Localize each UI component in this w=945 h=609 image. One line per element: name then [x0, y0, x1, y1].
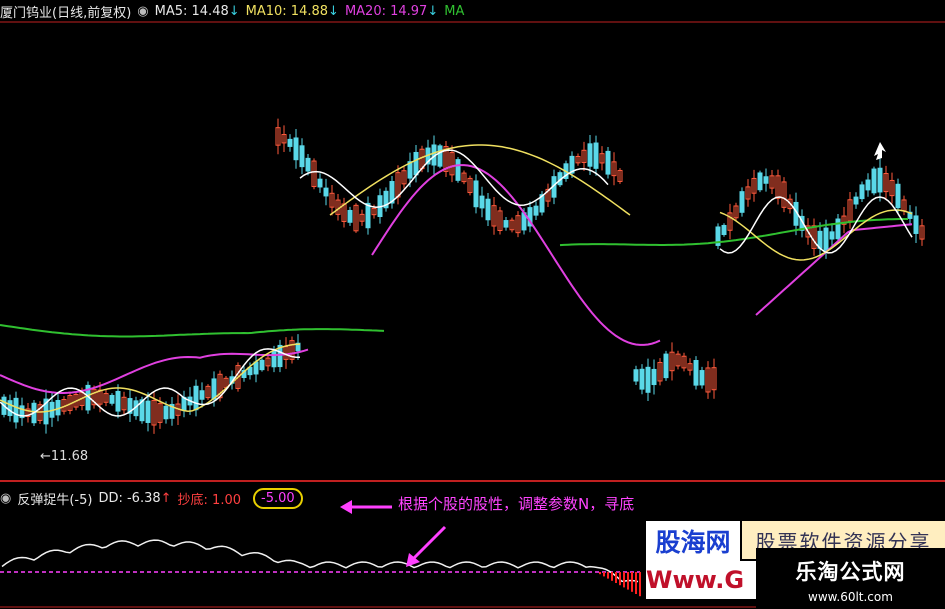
dd-line [1, 539, 639, 583]
www-watermark: Www.G [646, 561, 756, 599]
annotation-text: 根据个股的股性，调整参数N，寻底 [398, 495, 635, 513]
guhaiwang-watermark: 股海网 [646, 521, 740, 561]
indicator-chart[interactable] [0, 0, 945, 609]
annotation-arrowhead-left [340, 500, 352, 514]
letao-title: 乐淘公式网 [795, 560, 906, 584]
annotation-arrow-down [410, 525, 447, 562]
stock-chart-window: 厦门钨业(日线,前复权) ◉ MA5: 14.48 ↓ MA10: 14.88 … [0, 0, 945, 609]
letao-url: www.60lt.com [808, 590, 893, 604]
letao-watermark: 乐淘公式网 www.60lt.com [756, 548, 945, 609]
